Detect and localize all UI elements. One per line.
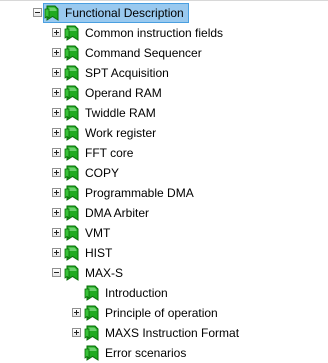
tree-row-common-instruction-fields: Common instruction fields bbox=[0, 23, 328, 43]
tree-node-label: Error scenarios bbox=[105, 346, 187, 360]
tree-node-vmt[interactable]: VMT bbox=[64, 223, 110, 243]
tree-node-label: DMA Arbiter bbox=[85, 206, 150, 220]
tree-row-dma-arbiter: DMA Arbiter bbox=[0, 203, 328, 223]
tree-row-fft-core: FFT core bbox=[0, 143, 328, 163]
expand-icon[interactable] bbox=[52, 108, 61, 117]
expand-icon[interactable] bbox=[52, 148, 61, 157]
tree-row-max-s: MAX-S bbox=[0, 263, 328, 283]
green-bookmark-icon bbox=[64, 225, 79, 241]
expand-icon[interactable] bbox=[52, 208, 61, 217]
tree-node-dma-arbiter[interactable]: DMA Arbiter bbox=[64, 203, 149, 223]
tree-node-label: Common instruction fields bbox=[85, 26, 224, 40]
tree-row-programmable-dma: Programmable DMA bbox=[0, 183, 328, 203]
tree-node-copy[interactable]: COPY bbox=[64, 163, 119, 183]
tree-node-fft-core[interactable]: FFT core bbox=[64, 143, 133, 163]
collapse-icon[interactable] bbox=[33, 8, 42, 17]
tree-node-functional-description[interactable]: Functional Description bbox=[43, 3, 189, 23]
tree-row-principle-of-operation: Principle of operation bbox=[0, 303, 328, 323]
tree-node-label: Principle of operation bbox=[105, 306, 218, 320]
expand-icon[interactable] bbox=[52, 48, 61, 57]
tree-node-label: Programmable DMA bbox=[85, 186, 194, 200]
tree-node-spt-acquisition[interactable]: SPT Acquisition bbox=[64, 63, 169, 83]
tree-node-label: Introduction bbox=[105, 286, 168, 300]
tree-row-hist: HIST bbox=[0, 243, 328, 263]
tree-row-error-scenarios: Error scenarios bbox=[0, 343, 328, 363]
tree-node-label: Work register bbox=[85, 126, 157, 140]
expand-icon[interactable] bbox=[52, 28, 61, 37]
green-bookmark-icon bbox=[64, 205, 79, 221]
tree-row-work-register: Work register bbox=[0, 123, 328, 143]
tree-row-spt-acquisition: SPT Acquisition bbox=[0, 63, 328, 83]
top-border bbox=[0, 0, 328, 1]
green-bookmark-icon bbox=[64, 165, 79, 181]
tree-row-operand-ram: Operand RAM bbox=[0, 83, 328, 103]
expand-icon[interactable] bbox=[52, 68, 61, 77]
tree-node-operand-ram[interactable]: Operand RAM bbox=[64, 83, 162, 103]
tree-node-label: SPT Acquisition bbox=[85, 66, 169, 80]
green-bookmark-icon bbox=[64, 105, 79, 121]
tree-node-hist[interactable]: HIST bbox=[64, 243, 112, 263]
tree-node-maxs-instruction-format[interactable]: MAXS Instruction Format bbox=[84, 323, 239, 343]
green-bookmark-icon bbox=[64, 185, 79, 201]
expand-icon[interactable] bbox=[52, 188, 61, 197]
tree-node-label: COPY bbox=[85, 166, 120, 180]
green-bookmark-icon bbox=[64, 145, 79, 161]
tree-node-work-register[interactable]: Work register bbox=[64, 123, 156, 143]
tree-row-twiddle-ram: Twiddle RAM bbox=[0, 103, 328, 123]
green-bookmark-icon bbox=[64, 25, 79, 41]
green-bookmark-icon bbox=[64, 85, 79, 101]
expand-icon[interactable] bbox=[52, 128, 61, 137]
green-bookmark-icon bbox=[64, 265, 79, 281]
tree-node-label: MAX-S bbox=[85, 266, 124, 280]
expand-icon[interactable] bbox=[52, 248, 61, 257]
green-bookmark-icon bbox=[64, 45, 79, 61]
tree-node-programmable-dma[interactable]: Programmable DMA bbox=[64, 183, 194, 203]
green-bookmark-icon bbox=[64, 125, 79, 141]
tree-node-label: Operand RAM bbox=[85, 86, 162, 100]
tree-node-max-s[interactable]: MAX-S bbox=[64, 263, 123, 283]
tree-node-label: VMT bbox=[85, 226, 111, 240]
green-bookmark-icon bbox=[44, 5, 59, 21]
expand-icon[interactable] bbox=[52, 228, 61, 237]
tree-row-functional-description: Functional Description bbox=[0, 3, 328, 23]
expand-icon[interactable] bbox=[52, 168, 61, 177]
tree-node-twiddle-ram[interactable]: Twiddle RAM bbox=[64, 103, 156, 123]
tree-node-command-sequencer[interactable]: Command Sequencer bbox=[64, 43, 202, 63]
expand-icon[interactable] bbox=[52, 88, 61, 97]
tree-node-label: Functional Description bbox=[65, 6, 184, 20]
tree-node-error-scenarios[interactable]: Error scenarios bbox=[84, 343, 186, 363]
green-bookmark-icon bbox=[64, 65, 79, 81]
green-bookmark-icon bbox=[84, 325, 99, 341]
tree-row-maxs-instruction-format: MAXS Instruction Format bbox=[0, 323, 328, 343]
tree-node-label: Twiddle RAM bbox=[85, 106, 156, 120]
expand-icon[interactable] bbox=[72, 328, 81, 337]
green-bookmark-icon bbox=[84, 285, 99, 301]
tree-row-copy: COPY bbox=[0, 163, 328, 183]
green-bookmark-icon bbox=[84, 345, 99, 361]
help-contents-tree: Functional Description Common instructio… bbox=[0, 3, 328, 363]
collapse-icon[interactable] bbox=[52, 268, 61, 277]
tree-row-introduction: Introduction bbox=[0, 283, 328, 303]
tree-row-command-sequencer: Command Sequencer bbox=[0, 43, 328, 63]
tree-node-label: Command Sequencer bbox=[85, 46, 202, 60]
tree-node-label: MAXS Instruction Format bbox=[105, 326, 240, 340]
expand-icon[interactable] bbox=[72, 308, 81, 317]
green-bookmark-icon bbox=[64, 245, 79, 261]
tree-node-principle-of-operation[interactable]: Principle of operation bbox=[84, 303, 218, 323]
tree-node-introduction[interactable]: Introduction bbox=[84, 283, 168, 303]
tree-node-label: HIST bbox=[85, 246, 113, 260]
tree-row-vmt: VMT bbox=[0, 223, 328, 243]
tree-node-label: FFT core bbox=[85, 146, 134, 160]
green-bookmark-icon bbox=[84, 305, 99, 321]
tree-node-common-instruction-fields[interactable]: Common instruction fields bbox=[64, 23, 223, 43]
